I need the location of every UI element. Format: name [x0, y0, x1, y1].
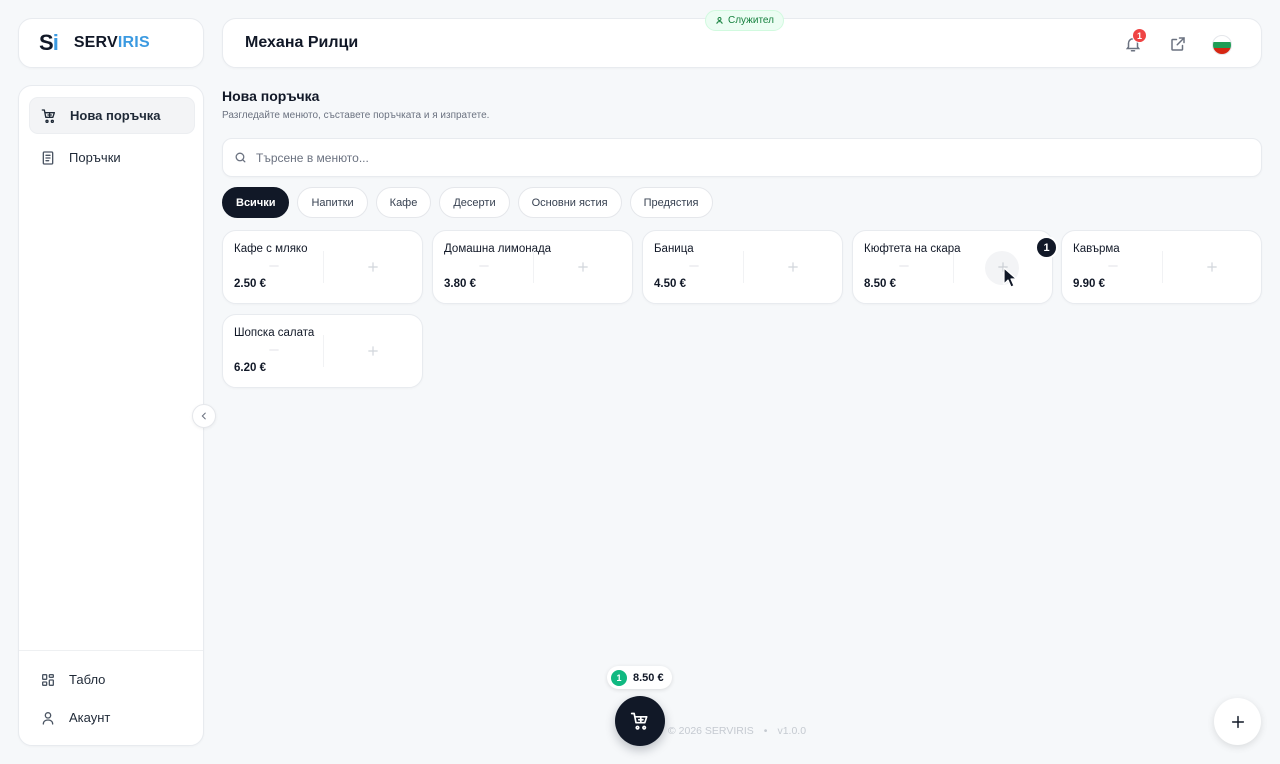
sidebar-collapse-button[interactable]: [192, 404, 216, 428]
cart-total: 8.50 €: [633, 671, 664, 684]
divider: [743, 251, 744, 283]
cart-button[interactable]: [615, 696, 665, 746]
user-icon: [42, 711, 54, 725]
user-icon: [716, 17, 723, 24]
category-chip-desserts[interactable]: Десерти: [439, 187, 510, 218]
plus-icon[interactable]: [1205, 260, 1219, 274]
product-name: Домашна лимонада: [444, 243, 552, 255]
divider: [953, 251, 954, 283]
receipt-icon: [42, 150, 54, 165]
sidebar-item-new-order[interactable]: Нова поръчка: [29, 97, 195, 134]
product-card[interactable]: Кафе с мляко 2.50 €: [222, 230, 423, 304]
minus-icon[interactable]: [267, 343, 281, 357]
sidebar-item-label: Нова поръчка: [70, 108, 161, 123]
top-header: Механа Рилци Служител 1: [222, 10, 1262, 68]
cart-summary[interactable]: 1 8.50 €: [607, 666, 672, 689]
minus-icon[interactable]: [897, 259, 911, 273]
plus-icon[interactable]: [786, 260, 800, 274]
category-chip-drinks[interactable]: Напитки: [297, 187, 368, 218]
product-price: 4.50 €: [654, 278, 686, 290]
role-badge: Служител: [705, 10, 784, 31]
product-name: Кюфтета на скара: [864, 243, 961, 255]
sidebar-item-dashboard[interactable]: Табло: [29, 661, 195, 698]
cart-plus-icon: [41, 108, 55, 123]
sidebar: Нова поръчка Поръчки Табло Акаунт: [18, 85, 204, 746]
minus-icon[interactable]: [1106, 259, 1120, 273]
product-name: Баница: [654, 243, 694, 255]
add-fab-button[interactable]: [1214, 698, 1261, 745]
product-price: 3.80 €: [444, 278, 476, 290]
divider: [533, 251, 534, 283]
brand-logo[interactable]: Si SERVIRIS: [18, 18, 204, 68]
page-title: Нова поръчка: [222, 88, 320, 104]
logo-text: SERVIRIS: [73, 34, 150, 51]
mouse-cursor-icon: [1003, 267, 1017, 288]
copyright: © 2026 SERVIRIS: [668, 725, 754, 737]
minus-icon[interactable]: [267, 259, 281, 273]
search-icon: [235, 152, 246, 163]
product-name: Кафе с мляко: [234, 243, 308, 255]
product-card[interactable]: Кюфтета на скара 8.50 € 1: [852, 230, 1058, 304]
divider: [1162, 251, 1163, 283]
dashboard-icon: [42, 673, 54, 686]
quantity-badge: 1: [1035, 236, 1058, 259]
product-price: 2.50 €: [234, 278, 266, 290]
cart-item-count: 1: [611, 669, 627, 686]
plus-icon[interactable]: [576, 260, 590, 274]
cart-icon: [630, 712, 648, 730]
product-name: Кавърма: [1073, 243, 1120, 255]
plus-icon[interactable]: [366, 344, 380, 358]
sidebar-item-orders[interactable]: Поръчки: [29, 139, 195, 176]
sidebar-item-label: Акаунт: [69, 710, 111, 725]
product-card[interactable]: Домашна лимонада 3.80 €: [432, 230, 633, 304]
page-subtitle: Разгледайте менюто, съставете поръчката …: [222, 110, 490, 121]
logo-mark: Si: [39, 30, 59, 55]
category-chip-mains[interactable]: Основни ястия: [517, 187, 622, 218]
plus-icon[interactable]: [366, 260, 380, 274]
product-name: Шопска салата: [234, 327, 315, 339]
app-version: v1.0.0: [777, 725, 807, 737]
sidebar-item-label: Поръчки: [69, 150, 121, 165]
minus-icon[interactable]: [687, 259, 701, 273]
venue-name: Механа Рилци: [245, 34, 359, 51]
search-input[interactable]: [256, 150, 1156, 165]
product-card[interactable]: Кавърма 9.90 €: [1061, 230, 1262, 304]
product-card[interactable]: Шопска салата 6.20 €: [222, 314, 423, 388]
minus-icon[interactable]: [477, 259, 491, 273]
footer: © 2026 SERVIRIS • v1.0.0: [668, 725, 807, 737]
language-flag-icon[interactable]: [1212, 35, 1232, 55]
category-filter: Всички Напитки Кафе Десерти Основни ясти…: [222, 187, 713, 218]
product-price: 8.50 €: [864, 278, 896, 290]
category-chip-coffee[interactable]: Кафе: [375, 187, 432, 218]
divider: [323, 251, 324, 283]
category-chip-starters[interactable]: Предястия: [629, 187, 713, 218]
external-link-icon[interactable]: [1169, 35, 1187, 53]
sidebar-item-account[interactable]: Акаунт: [29, 699, 195, 736]
sidebar-item-label: Табло: [69, 672, 106, 687]
chevron-left-icon: [201, 412, 206, 420]
category-chip-all[interactable]: Всички: [222, 187, 290, 218]
product-price: 6.20 €: [234, 362, 266, 374]
search-bar: [222, 138, 1262, 177]
product-price: 9.90 €: [1073, 278, 1105, 290]
divider: [323, 335, 324, 367]
plus-icon: [1231, 715, 1244, 728]
notification-badge: 1: [1132, 28, 1147, 43]
sidebar-divider: [19, 650, 203, 651]
product-card[interactable]: Баница 4.50 €: [642, 230, 843, 304]
